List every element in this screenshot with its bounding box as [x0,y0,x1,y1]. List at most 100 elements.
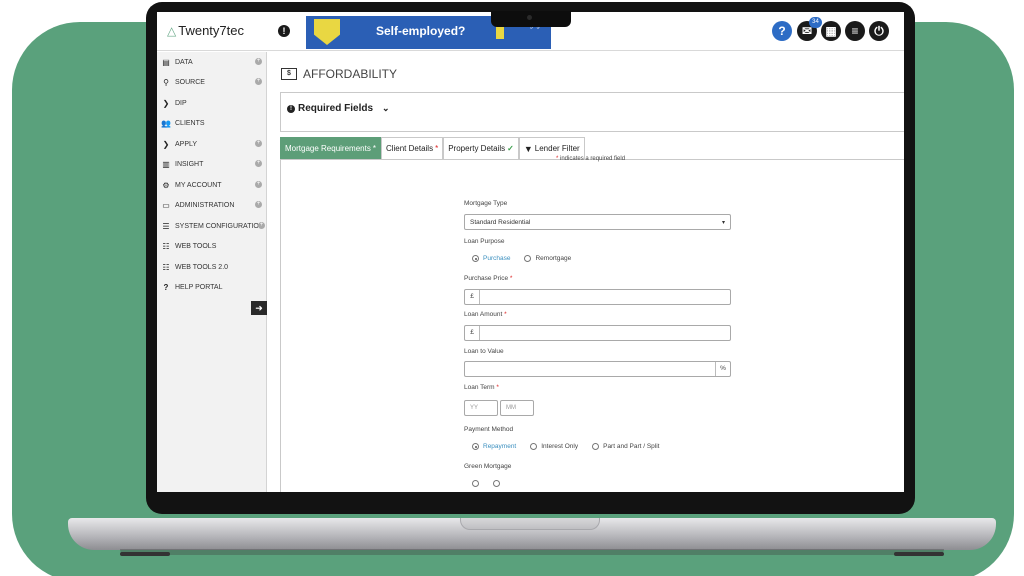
loan-purpose-radios: Purchase Remortgage [472,255,571,262]
sidebar-item-label: DIP [175,99,187,107]
expand-icon[interactable]: + [255,140,262,147]
caret-down-icon: ▾ [721,220,725,226]
database-icon: ▤ [162,57,170,67]
loan-amount-input[interactable]: £ [464,325,731,341]
sidebar-item-web-tools-2[interactable]: ☷ WEB TOOLS 2.0 [157,257,267,277]
sidebar-item-source[interactable]: ⚲ SOURCE + [157,72,267,92]
laptop-base-groove [460,518,600,530]
purchase-price-input[interactable]: £ [464,289,731,305]
list-icon: ☷ [162,262,170,272]
gears-icon: ⚙ [162,180,170,190]
currency-prefix: £ [465,290,480,304]
required-star: * [509,275,513,282]
years-placeholder: YY [470,405,479,411]
sidebar-item-label: DATA [175,58,193,66]
sidebar-collapse-button[interactable]: ➜ [251,301,267,315]
months-placeholder: MM [506,405,516,411]
menu-icon[interactable]: ≡ [845,21,865,41]
purchase-price-label: Purchase Price * [464,275,512,282]
expand-icon[interactable]: + [255,58,262,65]
ltv-input[interactable]: % [464,361,731,377]
sidebar-item-dip[interactable]: ❯ DIP [157,93,267,113]
radio-purchase[interactable] [472,255,479,262]
required-note-text: indicates a required field [560,156,626,162]
mail-count-badge: 34 [809,17,822,28]
required-star: * [372,144,376,153]
green-mortgage-label: Green Mortgage [464,463,512,470]
ltv-label: Loan to Value [464,348,504,355]
tab-client-details[interactable]: Client Details * [380,137,444,159]
page-title-text: AFFORDABILITY [303,67,398,81]
radio-interest-only[interactable] [530,443,538,450]
loan-term-label: Loan Term * [464,384,499,391]
chevron-right-icon: ❯ [162,98,170,108]
question-icon: ? [163,282,169,292]
sidebar-item-insight[interactable]: ▥ INSIGHT + [157,154,267,174]
page-title: $ AFFORDABILITY [281,67,397,81]
loan-purpose-label: Loan Purpose [464,238,505,245]
loan-term-label-text: Loan Term [464,384,495,391]
laptop-screen: △ Twenty7tec ! Self-employed? UTB Mortga… [157,12,904,492]
sidebar-item-label: SOURCE [175,78,205,86]
radio-remortgage-label: Remortgage [535,255,572,262]
calculator-icon[interactable]: ▦ [821,21,841,41]
required-star: * [496,384,499,391]
sidebar-item-my-account[interactable]: ⚙ MY ACCOUNT + [157,175,267,195]
green-mortgage-radios [472,480,500,487]
expand-icon[interactable]: + [255,181,262,188]
laptop-shadow [120,549,944,555]
purchase-price-label-text: Purchase Price [464,275,509,282]
mortgage-type-value: Standard Residential [470,219,531,226]
help-icon[interactable]: ? [772,21,792,41]
tab-property-details[interactable]: Property Details ✓ [443,137,519,159]
sidebar-item-label: ADMINISTRATION [175,201,235,209]
expand-icon[interactable]: + [255,201,262,208]
radio-repayment-label: Repayment [483,443,517,450]
tab-label: Lender Filter [534,144,580,153]
expand-icon[interactable]: + [258,222,265,229]
loan-term-years-input[interactable]: YY [464,400,498,416]
tab-mortgage-requirements[interactable]: Mortgage Requirements * [280,137,381,159]
chevron-down-icon: ⌄ [382,103,390,113]
mortgage-type-select[interactable]: Standard Residential ▾ [464,214,731,230]
brand-mark-icon [496,25,504,39]
laptop-foot-right [894,552,944,556]
loan-term-months-input[interactable]: MM [500,400,534,416]
app-logo[interactable]: △ Twenty7tec [167,23,244,38]
bar-chart-icon: ▥ [162,159,170,169]
required-note: * indicates a required field [556,156,625,162]
required-fields-toggle[interactable]: ! Required Fields ⌄ [287,103,390,114]
required-fields-title: Required Fields [298,103,374,114]
sidebar-item-system-configuration[interactable]: ☰ SYSTEM CONFIGURATION + [157,216,267,236]
sidebar: ▤ DATA + ⚲ SOURCE + ❯ DIP 👥 CLIENTS ❯ AP… [157,52,267,492]
expand-icon[interactable]: + [255,78,262,85]
radio-part-and-part[interactable] [592,443,600,450]
sidebar-item-web-tools[interactable]: ☷ WEB TOOLS [157,236,267,256]
info-icon[interactable]: ! [278,25,290,37]
loan-amount-label: Loan Amount * [464,311,507,318]
sidebar-item-help-portal[interactable]: ? HELP PORTAL [157,277,267,297]
logo-triangle-icon: △ [167,23,177,38]
radio-repayment[interactable] [472,443,479,450]
radio-purchase-label: Purchase [483,255,511,262]
power-icon[interactable]: ⏻ [869,21,889,41]
radio-green-no[interactable] [493,480,500,487]
tab-label: Property Details [448,144,506,153]
payment-method-label: Payment Method [464,426,514,433]
radio-remortgage[interactable] [524,255,532,262]
radio-green-yes[interactable] [472,480,479,487]
percent-suffix: % [715,362,730,376]
sidebar-item-label: INSIGHT [175,160,204,168]
expand-icon[interactable]: + [255,160,262,167]
radio-interest-only-label: Interest Only [541,443,579,450]
tab-label: Client Details [385,144,434,153]
sidebar-item-apply[interactable]: ❯ APPLY + [157,134,267,154]
sidebar-item-clients[interactable]: 👥 CLIENTS [157,113,267,133]
sidebar-item-data[interactable]: ▤ DATA + [157,52,267,72]
monitor-icon: ▭ [162,200,170,210]
money-icon: $ [281,68,297,80]
check-icon: ✓ [507,144,514,153]
sidebar-item-administration[interactable]: ▭ ADMINISTRATION + [157,195,267,215]
info-icon: ! [287,104,295,113]
logo-text: Twenty7tec [178,23,244,38]
